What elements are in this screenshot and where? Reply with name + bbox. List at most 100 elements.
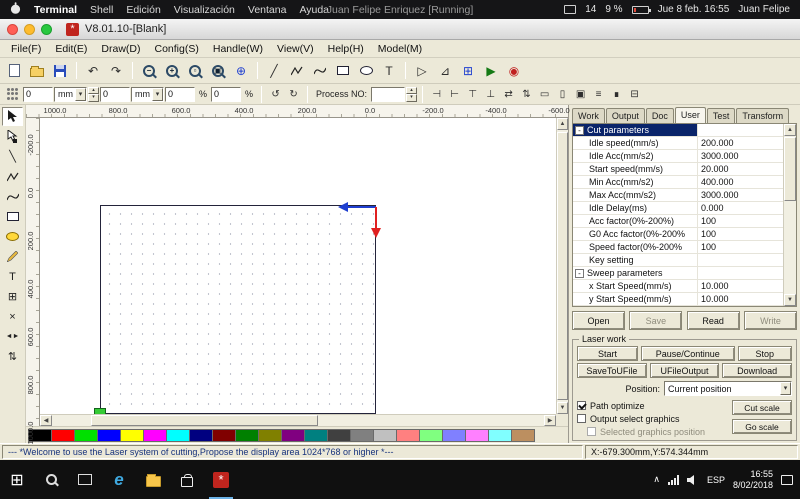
menu-model[interactable]: Model(M) xyxy=(371,43,429,55)
palette-color-18[interactable] xyxy=(442,428,466,442)
open-params-button[interactable]: Open xyxy=(572,311,625,330)
array-tool[interactable]: ⊞ xyxy=(2,287,23,306)
stop-button[interactable]: Stop xyxy=(737,346,792,361)
notification-center-icon[interactable] xyxy=(781,474,793,485)
tab-test[interactable]: Test xyxy=(706,108,736,123)
apple-menu-icon[interactable] xyxy=(10,1,21,18)
network-icon[interactable] xyxy=(667,474,679,485)
measure-button[interactable]: ⊿ xyxy=(434,60,456,81)
param-value[interactable] xyxy=(698,267,783,279)
align-bottom-button[interactable]: ⊥ xyxy=(482,86,499,102)
dropdown-arrow-icon[interactable]: ▾ xyxy=(152,87,163,101)
menu-handle[interactable]: Handle(W) xyxy=(206,43,270,55)
rotate-right-button[interactable]: ↻ xyxy=(285,86,302,102)
scrollbar-thumb[interactable] xyxy=(91,415,318,426)
draw-ellipse-button[interactable] xyxy=(355,60,377,81)
maximize-window-button[interactable] xyxy=(41,23,52,35)
draw-line-button[interactable]: ╱ xyxy=(263,60,285,81)
menu-view[interactable]: View(V) xyxy=(270,43,321,55)
param-value[interactable]: 3000.000 xyxy=(698,150,783,162)
param-row[interactable]: y Start Speed(mm/s) 10.000 xyxy=(573,293,783,306)
palette-color-11[interactable] xyxy=(281,428,305,442)
param-row[interactable]: Key setting xyxy=(573,254,783,267)
curve-tool[interactable] xyxy=(2,187,23,206)
param-value[interactable]: 10.000 xyxy=(698,280,783,292)
undo-button[interactable]: ↶ xyxy=(82,60,104,81)
window-titlebar[interactable]: * V8.01.10-[Blank] xyxy=(0,19,800,40)
open-file-button[interactable] xyxy=(26,60,48,81)
palette-color-16[interactable] xyxy=(396,428,420,442)
scroll-down-button[interactable]: ▼ xyxy=(557,402,568,414)
menu-edicion[interactable]: Edición xyxy=(126,4,160,16)
scroll-down-button[interactable]: ▼ xyxy=(784,294,796,306)
draw-polyline-button[interactable] xyxy=(286,60,308,81)
scrollbar-thumb[interactable] xyxy=(557,132,568,400)
save-to-ufile-button[interactable]: SaveToUFile xyxy=(577,363,647,378)
output-select-checkbox[interactable] xyxy=(577,414,586,423)
pen-tool[interactable] xyxy=(2,247,23,266)
canvas-horizontal-scrollbar[interactable]: ◀ ▶ xyxy=(40,414,556,426)
scrollbar-track[interactable] xyxy=(557,130,568,402)
spin-down-icon[interactable]: ▾ xyxy=(406,94,418,102)
palette-color-13[interactable] xyxy=(327,428,351,442)
param-value[interactable]: 400.000 xyxy=(698,176,783,188)
scrollbar-track[interactable] xyxy=(784,136,796,294)
align-center-v-button[interactable]: ⇅ xyxy=(518,86,535,102)
palette-color-8[interactable] xyxy=(212,428,236,442)
group-button[interactable]: ⊟ xyxy=(626,86,643,102)
process-no-spinner[interactable]: ▴ ▾ xyxy=(406,86,418,102)
taskbar-rdworks-button[interactable]: * xyxy=(204,460,238,499)
scrollbar-thumb[interactable] xyxy=(784,137,796,201)
ellipse-tool[interactable] xyxy=(2,227,23,246)
param-row[interactable]: Acc factor(0%-200%) 100 xyxy=(573,215,783,228)
node-edit-button[interactable]: ▷ xyxy=(411,60,433,81)
distribute-v-button[interactable]: ∎ xyxy=(608,86,625,102)
param-row[interactable]: x Start Speed(mm/s) 10.000 xyxy=(573,280,783,293)
task-view-button[interactable] xyxy=(68,460,102,499)
taskbar-edge-button[interactable]: e xyxy=(102,460,136,499)
palette-color-4[interactable] xyxy=(120,428,144,442)
align-center-h-button[interactable]: ⇄ xyxy=(500,86,517,102)
param-value[interactable]: 3000.000 xyxy=(698,189,783,201)
draw-rect-button[interactable] xyxy=(332,60,354,81)
language-indicator[interactable]: ESP xyxy=(707,475,725,485)
go-scale-button[interactable]: Go scale xyxy=(732,419,792,434)
palette-color-14[interactable] xyxy=(350,428,374,442)
zoom-window-button[interactable]: ▫ xyxy=(184,60,206,81)
taskbar-clock[interactable]: 16:55 8/02/2018 xyxy=(733,469,773,491)
scrollbar-track[interactable] xyxy=(52,415,544,426)
palette-color-1[interactable] xyxy=(51,428,75,442)
zoom-out-button[interactable]: − xyxy=(138,60,160,81)
palette-color-9[interactable] xyxy=(235,428,259,442)
palette-color-3[interactable] xyxy=(97,428,121,442)
simulate-button[interactable]: ▶ xyxy=(480,60,502,81)
mirror-vertical-tool[interactable]: ⇅ xyxy=(2,347,23,366)
pan-button[interactable]: ⊕ xyxy=(230,60,252,81)
param-row[interactable]: Speed factor(0%-200% 100 xyxy=(573,241,783,254)
menu-ayuda[interactable]: Ayuda xyxy=(299,4,329,16)
align-right-button[interactable]: ⊢ xyxy=(446,86,463,102)
align-top-button[interactable]: ⊤ xyxy=(464,86,481,102)
node-edit-tool[interactable] xyxy=(2,127,23,146)
line-tool[interactable]: ╲ xyxy=(2,147,23,166)
scroll-up-button[interactable]: ▲ xyxy=(557,118,568,130)
menu-draw[interactable]: Draw(D) xyxy=(94,43,147,55)
zoom-all-button[interactable]: ▣ xyxy=(207,60,229,81)
display-icon[interactable] xyxy=(564,5,577,14)
battery-icon[interactable] xyxy=(631,5,651,14)
tab-user[interactable]: User xyxy=(674,107,706,123)
new-file-button[interactable] xyxy=(3,60,25,81)
height-scale-input[interactable] xyxy=(211,86,242,102)
menubar-clock[interactable]: Jue 8 feb. 16:55 xyxy=(658,4,730,15)
menu-help[interactable]: Help(H) xyxy=(321,43,371,55)
canvas-vertical-scrollbar[interactable]: ▲ ▼ xyxy=(556,118,568,414)
menu-file[interactable]: File(F) xyxy=(4,43,48,55)
menu-shell[interactable]: Shell xyxy=(90,4,113,16)
menubar-username[interactable]: Juan Felipe xyxy=(738,4,790,15)
scroll-up-button[interactable]: ▲ xyxy=(784,124,796,136)
same-size-button[interactable]: ▣ xyxy=(572,86,589,102)
drawing-canvas[interactable]: ▲ ▼ ◀ ▶ xyxy=(40,118,568,426)
work-rectangle[interactable] xyxy=(100,205,376,414)
param-group-row[interactable]: - Sweep parameters xyxy=(573,267,783,280)
path-optimize-checkbox[interactable] xyxy=(577,401,586,410)
